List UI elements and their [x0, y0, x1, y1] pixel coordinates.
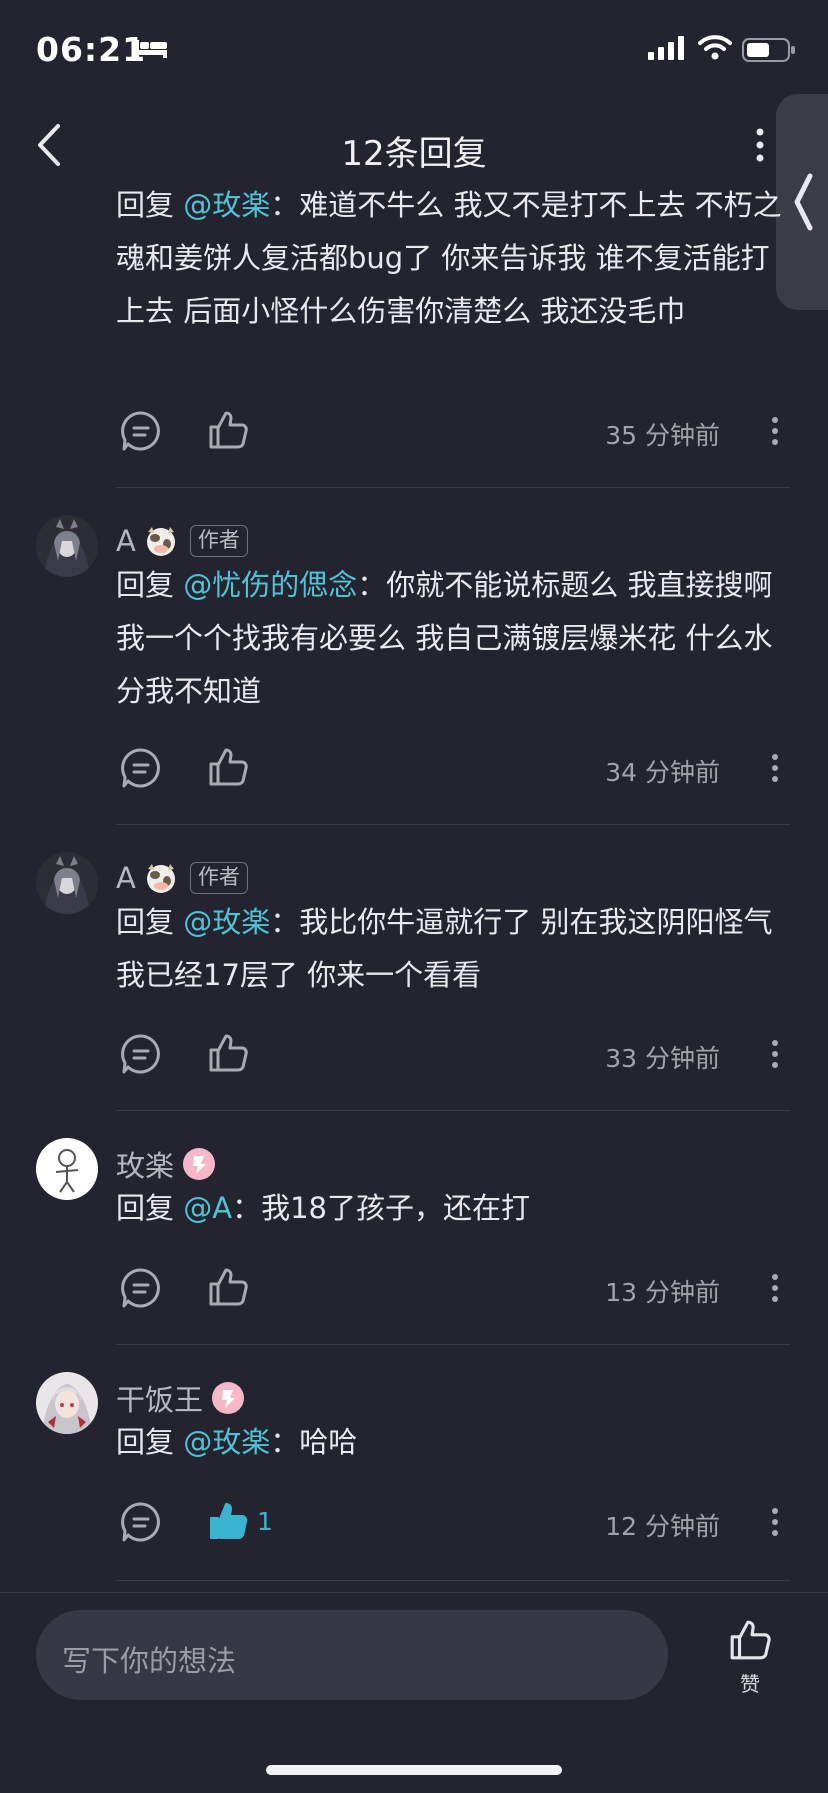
- reply-prefix: 回复: [116, 905, 175, 939]
- reply-icon[interactable]: [120, 410, 162, 452]
- status-time: 06:21: [36, 30, 147, 69]
- like-icon[interactable]: [207, 1032, 249, 1074]
- like-count: 1: [257, 1507, 273, 1536]
- user-name[interactable]: 玫楽: [116, 1143, 174, 1185]
- reply-icon[interactable]: [120, 1267, 162, 1309]
- avatar[interactable]: [36, 1372, 98, 1434]
- mention-link[interactable]: @玫楽: [183, 905, 270, 939]
- comment-header: A 作者: [116, 521, 248, 561]
- avatar-image: [36, 852, 98, 914]
- reply-prefix: 回复: [116, 1425, 175, 1459]
- avatar-image: [36, 1372, 98, 1434]
- avatar[interactable]: [36, 1138, 98, 1200]
- like-icon-active[interactable]: [207, 1500, 249, 1542]
- bed-icon: [135, 40, 167, 58]
- comment-time: 35 分钟前: [605, 421, 720, 450]
- reply-icon[interactable]: [120, 1033, 162, 1075]
- battery-icon: [742, 38, 795, 62]
- more-vertical-icon[interactable]: [752, 128, 768, 162]
- comment-time: 34 分钟前: [605, 758, 720, 787]
- reply-prefix: 回复: [116, 568, 175, 602]
- author-badge: 作者: [189, 525, 248, 557]
- reply-prefix: 回复: [116, 1191, 175, 1225]
- divider: [116, 1344, 790, 1345]
- list-item: 干饭王 回复 @玫楽：哈哈 1 12 分钟前: [0, 1346, 828, 1582]
- reply-icon[interactable]: [120, 1501, 162, 1543]
- list-item: 回复 @玫楽：难道不牛么 我又不是打不上去 不朽之魂和姜饼人复活都bug了 你来…: [0, 184, 828, 489]
- like-icon[interactable]: [207, 746, 249, 788]
- comment-header: 干饭王: [116, 1378, 245, 1418]
- list-item: A 作者 回复 @玫楽：我比你牛逼就行了 别在我这阴阳怪气 我已经17层了 你来…: [0, 826, 828, 1112]
- user-name[interactable]: A: [116, 861, 136, 895]
- divider: [116, 824, 790, 825]
- user-name[interactable]: 干饭王: [116, 1377, 203, 1419]
- status-bar: 06:21: [0, 0, 828, 100]
- author-badge: 作者: [189, 862, 248, 894]
- comment-header: A 作者: [116, 858, 248, 898]
- list-item: 玫楽 回复 @A：我18了孩子，还在打 13 分钟前: [0, 1112, 828, 1346]
- comment-input[interactable]: 写下你的想法: [36, 1610, 668, 1700]
- cow-emoji-icon: [146, 864, 175, 893]
- comment-text: 回复 @玫楽：我比你牛逼就行了 别在我这阴阳怪气 我已经17层了 你来一个看看: [116, 896, 782, 1002]
- reply-icon[interactable]: [120, 747, 162, 789]
- list-item: A 作者 回复 @忧伤的偲念：你就不能说标题么 我直接搜啊 我一个个找我有必要么…: [0, 489, 828, 826]
- avatar-image: [36, 515, 98, 577]
- level-badge-icon: [183, 1148, 216, 1180]
- comment-time: 33 分钟前: [605, 1044, 720, 1073]
- mention-link[interactable]: @玫楽: [183, 1425, 270, 1459]
- wifi-icon: [698, 35, 732, 60]
- like-icon: [730, 1620, 771, 1660]
- user-name[interactable]: A: [116, 524, 136, 558]
- level-badge-icon: [212, 1382, 245, 1414]
- comment-time: 12 分钟前: [605, 1512, 720, 1541]
- more-vertical-icon[interactable]: [770, 1039, 780, 1069]
- signal-icon: [648, 36, 684, 60]
- more-vertical-icon[interactable]: [770, 416, 780, 446]
- avatar[interactable]: [36, 515, 98, 577]
- comment-text: 回复 @玫楽：难道不牛么 我又不是打不上去 不朽之魂和姜饼人复活都bug了 你来…: [116, 179, 782, 338]
- home-indicator: [266, 1765, 562, 1775]
- like-button[interactable]: 赞: [725, 1618, 775, 1697]
- comment-body: ：我18了孩子，还在打: [232, 1191, 530, 1225]
- bottom-separator: [0, 1592, 828, 1593]
- avatar[interactable]: [36, 852, 98, 914]
- avatar-image: [36, 1138, 98, 1200]
- comment-text: 回复 @A：我18了孩子，还在打: [116, 1182, 782, 1235]
- mention-link[interactable]: @忧伤的偲念: [183, 568, 357, 602]
- comment-time: 13 分钟前: [605, 1278, 720, 1307]
- page-title: 12条回复: [341, 134, 487, 174]
- like-label: 赞: [740, 1672, 760, 1696]
- mention-link[interactable]: @玫楽: [183, 188, 270, 222]
- reply-prefix: 回复: [116, 188, 175, 222]
- more-vertical-icon[interactable]: [770, 1273, 780, 1303]
- mention-link[interactable]: @A: [183, 1191, 232, 1225]
- more-vertical-icon[interactable]: [770, 1507, 780, 1537]
- comment-body: ：哈哈: [270, 1425, 358, 1459]
- like-icon[interactable]: [207, 409, 249, 451]
- divider: [116, 1110, 790, 1111]
- like-icon[interactable]: [207, 1266, 249, 1308]
- comment-text: 回复 @玫楽：哈哈: [116, 1416, 782, 1469]
- input-placeholder: 写下你的想法: [62, 1644, 237, 1678]
- cow-emoji-icon: [146, 527, 175, 556]
- divider: [116, 1580, 790, 1581]
- divider: [116, 487, 790, 488]
- comment-text: 回复 @忧伤的偲念：你就不能说标题么 我直接搜啊 我一个个找我有必要么 我自己满…: [116, 559, 782, 718]
- more-vertical-icon[interactable]: [770, 753, 780, 783]
- comment-header: 玫楽: [116, 1144, 216, 1184]
